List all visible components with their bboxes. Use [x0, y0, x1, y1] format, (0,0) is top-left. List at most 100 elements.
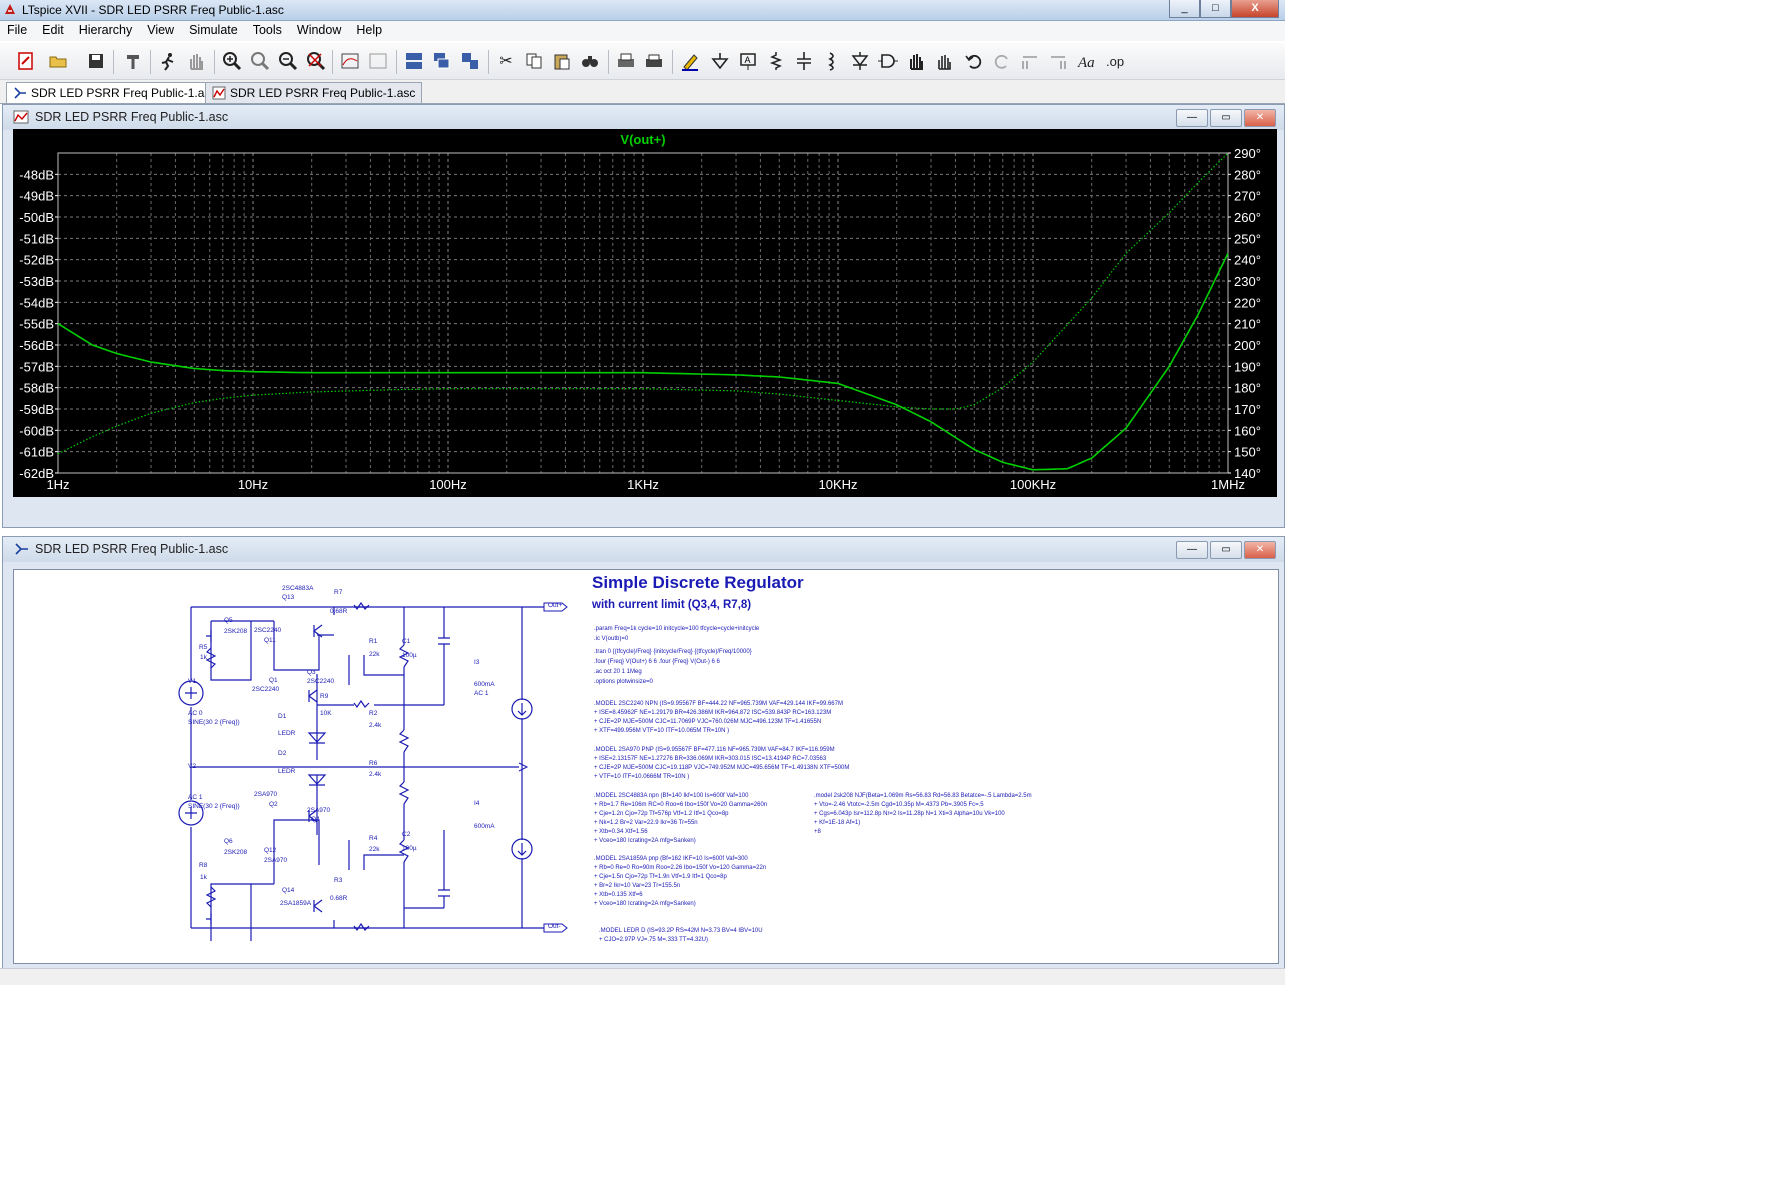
- y2-tick-label: 180°: [1234, 381, 1261, 396]
- close-button[interactable]: X: [1231, 0, 1279, 18]
- menu-hierarchy[interactable]: Hierarchy: [72, 21, 141, 41]
- y-tick-label: -58dB: [19, 381, 54, 396]
- autorange-icon[interactable]: [338, 50, 362, 72]
- diode-icon[interactable]: [848, 50, 872, 72]
- model-line: .MODEL 2SC4883A npn (Bf=140 Ikf=100 Is=6…: [594, 793, 749, 799]
- model-line: + Nk=1.2 Br=2 Var=22.9 Ikr=36 Tr=55n: [594, 820, 698, 826]
- trace-label-vout[interactable]: V(out+): [620, 132, 665, 147]
- inductor-icon[interactable]: [820, 50, 844, 72]
- y-tick-label: -57dB: [19, 359, 54, 374]
- waveform-icon: [13, 110, 29, 124]
- pane-close-button[interactable]: ✕: [1244, 541, 1276, 559]
- directive-ac[interactable]: .ac oct 20 1 1Meg: [594, 669, 642, 675]
- model-line: + CJO=2.97P VJ=.75 M=.333 TT=4.32U): [599, 937, 708, 943]
- undo-icon[interactable]: [962, 50, 986, 72]
- menu-bar: File Edit Hierarchy View Simulate Tools …: [0, 21, 1285, 41]
- cut-scissors-icon[interactable]: ✂: [494, 50, 518, 72]
- drag-hand-icon[interactable]: [932, 50, 956, 72]
- redo-icon[interactable]: [990, 50, 1014, 72]
- halt-hand-icon[interactable]: [184, 50, 208, 72]
- tile-horizontal-icon[interactable]: [402, 50, 426, 72]
- schematic-window-header: SDR LED PSRR Freq Public-1.asc — ▭ ✕: [3, 537, 1284, 562]
- y-tick-label: -49dB: [19, 189, 54, 204]
- control-panel-hammer-icon[interactable]: [122, 50, 146, 72]
- schematic-canvas[interactable]: 2SC4883A Q13 R7 0.68R Q5 2SK208 R5 1k 2S…: [13, 569, 1279, 964]
- menu-tools[interactable]: Tools: [246, 21, 290, 41]
- q3-label: Q3: [307, 669, 316, 676]
- pane-minimize-button[interactable]: —: [1176, 541, 1208, 559]
- tab-waveform[interactable]: SDR LED PSRR Freq Public-1.asc: [205, 82, 423, 103]
- y-tick-label: -60dB: [19, 423, 54, 438]
- minimize-button[interactable]: _: [1169, 0, 1200, 18]
- find-binoculars-icon[interactable]: [578, 50, 602, 72]
- zoom-full-extents-icon[interactable]: [304, 50, 328, 72]
- move-hand-icon[interactable]: [904, 50, 928, 72]
- pan-icon[interactable]: [248, 50, 272, 72]
- print-icon[interactable]: [614, 50, 638, 72]
- directive-options[interactable]: .options plotwinsize=0: [594, 679, 654, 685]
- directive-param[interactable]: .param Freq=1k cycle=10 initcycle=100 tf…: [594, 626, 760, 632]
- title-bar: LTspice XVII - SDR LED PSRR Freq Public-…: [0, 0, 1285, 21]
- pane-maximize-button[interactable]: ▭: [1210, 541, 1242, 559]
- waveform-icon: [212, 86, 226, 100]
- schematic-drawing[interactable]: 2SC4883A Q13 R7 0.68R Q5 2SK208 R5 1k 2S…: [14, 570, 1278, 963]
- menu-help[interactable]: Help: [349, 21, 390, 41]
- text-icon[interactable]: Aa: [1076, 50, 1100, 72]
- model-line: + ISE=2.13157F NE=1.27276 BR=336.069M IK…: [594, 756, 827, 762]
- tile-vertical-icon[interactable]: [458, 50, 482, 72]
- menu-file[interactable]: File: [0, 21, 35, 41]
- directive-four[interactable]: .four {Freq} V(Out+) 6 6 .four {Freq} V(…: [594, 659, 721, 665]
- toolbar-separator: [150, 50, 151, 74]
- q13-model-label: 2SC4883A: [282, 585, 314, 592]
- toolbar-separator: [396, 50, 397, 74]
- pane-minimize-button[interactable]: —: [1176, 109, 1208, 127]
- cascade-windows-icon[interactable]: [430, 50, 454, 72]
- model-line: .MODEL 2SA1859A pnp (Bf=162 IKF=10 Is=60…: [594, 856, 748, 862]
- save-icon[interactable]: [84, 50, 108, 72]
- component-icon[interactable]: [876, 50, 900, 72]
- psrr-chart[interactable]: V(out+) -48dB -49dB -50dB -51dB -52dB -53dB -5…: [13, 129, 1277, 497]
- y-tick-label: -55dB: [19, 317, 54, 332]
- zoom-out-icon[interactable]: [276, 50, 300, 72]
- spice-directive-icon[interactable]: .op: [1104, 50, 1128, 72]
- y2-tick-label: 200°: [1234, 338, 1261, 353]
- directive-ic[interactable]: .ic V(outb)=0: [594, 636, 629, 642]
- pane-close-button[interactable]: ✕: [1244, 109, 1276, 127]
- directive-tran[interactable]: .tran 0 {(tfcycle)/Freq} {initcycle/Freq…: [594, 649, 752, 655]
- resistor-icon[interactable]: [764, 50, 788, 72]
- draw-wire-pencil-icon[interactable]: [678, 50, 702, 72]
- pane-maximize-button[interactable]: ▭: [1210, 109, 1242, 127]
- zoom-in-icon[interactable]: [220, 50, 244, 72]
- mirror-icon[interactable]: [1046, 50, 1070, 72]
- model-line: + CJE=2P MJE=500M CJC=11.7069P VJC=760.0…: [594, 719, 821, 725]
- label-net-icon[interactable]: A: [736, 50, 760, 72]
- maximize-button[interactable]: □: [1200, 0, 1231, 18]
- menu-simulate[interactable]: Simulate: [182, 21, 246, 41]
- print-setup-icon[interactable]: [642, 50, 666, 72]
- run-simulation-icon[interactable]: [156, 50, 180, 72]
- model-line: + ISE=8.45962F NE=1.29179 BR=426.386M IK…: [594, 710, 831, 716]
- delete-plot-icon[interactable]: [366, 50, 390, 72]
- v2-ac: AC 1: [188, 794, 203, 801]
- capacitor-icon[interactable]: [792, 50, 816, 72]
- menu-window[interactable]: Window: [290, 21, 349, 41]
- x-tick-label: 100KHz: [1010, 477, 1056, 492]
- model-line: + Cje=1.5n Cjo=72p Tf=1.9n Vtf=1.9 Itf=1…: [594, 874, 727, 880]
- toolbar: ✂ A Aa .op: [0, 43, 1285, 80]
- waveform-plot[interactable]: V(out+) -48dB -49dB -50dB -51dB -52dB -53dB -5…: [13, 129, 1277, 497]
- menu-edit[interactable]: Edit: [35, 21, 72, 41]
- waveform-window-title: SDR LED PSRR Freq Public-1.asc: [35, 110, 229, 124]
- open-folder-icon[interactable]: [46, 50, 70, 72]
- rotate-icon[interactable]: [1018, 50, 1042, 72]
- r2-label: R2: [369, 710, 378, 717]
- y-tick-label: -48dB: [19, 167, 54, 182]
- ground-icon[interactable]: [708, 50, 732, 72]
- new-schematic-icon[interactable]: [14, 50, 38, 72]
- paste-icon[interactable]: [550, 50, 574, 72]
- menu-view[interactable]: View: [140, 21, 182, 41]
- schematic-window-title: SDR LED PSRR Freq Public-1.asc: [35, 542, 229, 556]
- tab-schematic[interactable]: SDR LED PSRR Freq Public-1.asc: [6, 82, 224, 103]
- copy-icon[interactable]: [522, 50, 546, 72]
- r9-label: R9: [320, 693, 329, 700]
- x-tick-label: 1KHz: [627, 477, 659, 492]
